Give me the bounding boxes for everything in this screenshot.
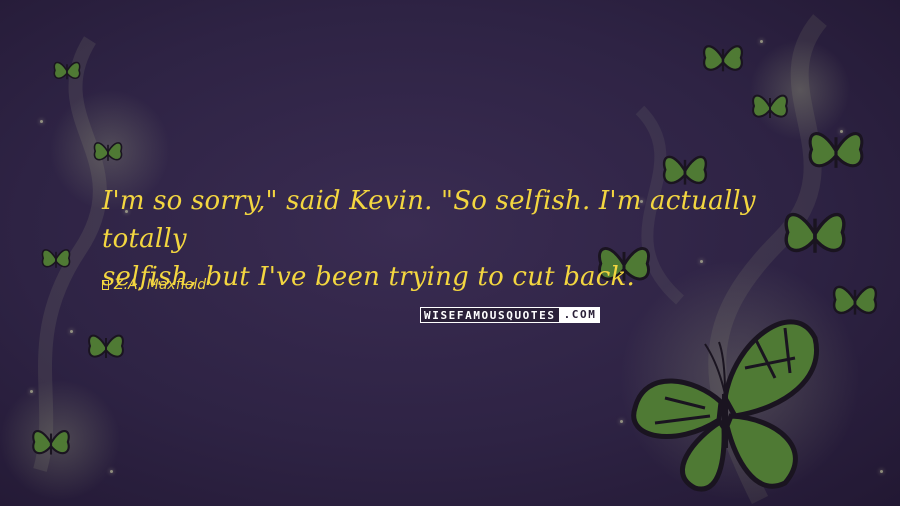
sparkle <box>30 390 33 393</box>
site-watermark: WISEFAMOUSQUOTES .COM <box>420 307 601 323</box>
sparkle <box>760 40 763 43</box>
author-name: Z.A. Maxfield <box>114 277 207 293</box>
author-square-icon <box>102 280 109 290</box>
watermark-brand: WISEFAMOUSQUOTES <box>420 307 560 323</box>
butterfly-icon <box>53 61 81 80</box>
watermark-domain: .COM <box>559 307 601 323</box>
butterfly-icon <box>32 430 70 455</box>
quote-author: Z.A. Maxfield <box>102 276 206 294</box>
large-butterfly-icon <box>631 319 819 492</box>
butterfly-icon <box>41 249 71 268</box>
butterfly-icon <box>752 94 788 118</box>
sparkle <box>40 120 43 123</box>
quote-text: I'm so sorry," said Kevin. "So selfish. … <box>102 182 822 296</box>
butterfly-icon <box>703 45 743 72</box>
quote-line-2: selfish, but I've been trying to cut bac… <box>102 262 635 292</box>
butterfly-icon <box>832 285 878 315</box>
sparkle <box>70 330 73 333</box>
sparkle <box>880 470 883 473</box>
butterfly-icon <box>88 334 124 358</box>
sparkle <box>110 470 113 473</box>
butterfly-icon <box>93 142 123 161</box>
sparkle <box>620 420 623 423</box>
quote-line-1: I'm so sorry," said Kevin. "So selfish. … <box>102 186 756 254</box>
butterfly-icon <box>808 132 864 168</box>
